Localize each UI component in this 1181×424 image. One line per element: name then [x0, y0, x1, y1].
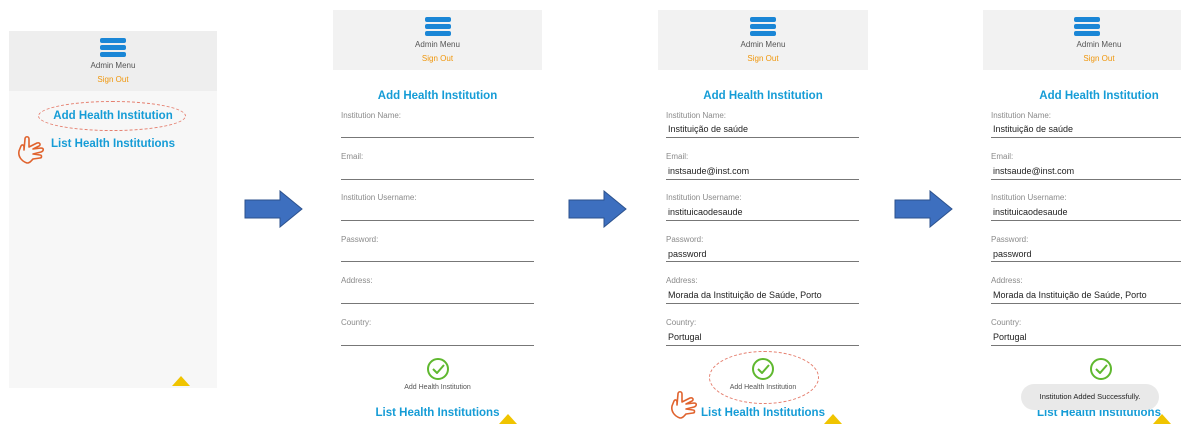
form-title: Add Health Institution	[1039, 90, 1159, 102]
address-input[interactable]: Morada da Instituição de Saúde, Porto	[993, 290, 1147, 300]
institution-username-label: Institution Username:	[341, 193, 417, 202]
email-input[interactable]: instsaude@inst.com	[668, 166, 749, 176]
institution-username-label: Institution Username:	[991, 193, 1067, 202]
submit-check-button[interactable]	[752, 358, 774, 380]
submit-check-button[interactable]	[426, 358, 449, 380]
email-input[interactable]: instsaude@inst.com	[993, 166, 1074, 176]
screen-empty-form: Admin Menu Sign Out Add Health Instituti…	[333, 10, 542, 424]
admin-menu-label: Admin Menu	[415, 40, 460, 49]
address-underline	[666, 303, 859, 304]
institution-username-underline	[666, 220, 859, 221]
password-label: Password:	[991, 235, 1029, 244]
check-circle-icon	[757, 364, 770, 374]
address-label: Address:	[991, 276, 1023, 285]
email-underline	[991, 179, 1181, 180]
institution-username-underline	[991, 220, 1181, 221]
institution-username-input[interactable]: instituicaodesaude	[668, 207, 743, 217]
hamburger-icon[interactable]	[424, 17, 451, 36]
sign-out-link[interactable]: Sign Out	[658, 54, 868, 63]
country-input[interactable]: Portugal	[668, 332, 702, 342]
app-header: Admin Menu Sign Out	[333, 10, 542, 70]
submit-label: Add Health Institution	[404, 384, 471, 391]
app-header: Admin Menu Sign Out	[9, 31, 217, 91]
password-input[interactable]: password	[993, 249, 1032, 259]
hamburger-icon[interactable]	[100, 38, 126, 57]
institution-username-label: Institution Username:	[666, 193, 742, 202]
check-circle-icon	[431, 364, 445, 374]
country-label: Country:	[341, 318, 372, 327]
email-input[interactable]	[341, 179, 534, 180]
form-title: Add Health Institution	[703, 90, 823, 102]
sign-out-link[interactable]: Sign Out	[1000, 54, 1181, 63]
admin-menu-label: Admin Menu	[740, 40, 786, 49]
sign-out-link[interactable]: Sign Out	[333, 54, 542, 63]
email-label: Email:	[666, 152, 689, 161]
scroll-up-triangle-icon[interactable]	[499, 414, 517, 424]
scroll-up-triangle-icon[interactable]	[1153, 414, 1171, 424]
app-header: Admin Menu Sign Out	[983, 10, 1181, 70]
form-title: Add Health Institution	[377, 90, 498, 102]
password-underline	[666, 261, 859, 262]
password-label: Password:	[341, 235, 379, 244]
email-underline	[666, 179, 859, 180]
hamburger-icon[interactable]	[750, 17, 776, 36]
screen-success: Admin Menu Sign Out Add Health Instituti…	[983, 10, 1181, 424]
institution-username-input[interactable]: instituicaodesaude	[993, 207, 1068, 217]
country-input[interactable]	[341, 345, 534, 346]
check-circle-icon	[1095, 364, 1108, 374]
address-label: Address:	[341, 276, 373, 285]
right-arrow-icon	[894, 190, 953, 228]
success-toast: Institution Added Successfully.	[1021, 384, 1159, 410]
submit-check-button[interactable]	[1090, 358, 1112, 380]
institution-name-input[interactable]: Instituição de saúde	[668, 124, 748, 134]
country-label: Country:	[991, 318, 1022, 327]
admin-menu-label: Admin Menu	[90, 61, 136, 70]
right-arrow-icon	[244, 190, 303, 228]
country-input[interactable]: Portugal	[993, 332, 1027, 342]
country-label: Country:	[666, 318, 697, 327]
right-arrow-icon	[568, 190, 627, 228]
screen-admin-menu: Admin Menu Sign Out Add Health Instituti…	[9, 31, 217, 388]
address-underline	[991, 303, 1181, 304]
institution-name-underline	[991, 137, 1181, 138]
email-label: Email:	[341, 152, 364, 161]
institution-name-label: Institution Name:	[991, 111, 1052, 120]
app-header: Admin Menu Sign Out	[658, 10, 868, 70]
country-underline	[991, 345, 1181, 346]
address-input[interactable]	[341, 303, 534, 304]
institution-name-input[interactable]	[341, 137, 534, 138]
institution-username-input[interactable]	[341, 220, 534, 221]
scroll-up-triangle-icon[interactable]	[172, 376, 190, 386]
email-label: Email:	[991, 152, 1014, 161]
password-underline	[991, 261, 1181, 262]
hand-pointer-icon	[671, 390, 698, 419]
add-health-institution-link[interactable]: Add Health Institution	[9, 110, 217, 122]
institution-name-underline	[666, 137, 859, 138]
password-label: Password:	[666, 235, 704, 244]
hand-pointer-icon	[18, 135, 45, 164]
admin-menu-label: Admin Menu	[1076, 40, 1122, 49]
institution-name-label: Institution Name:	[341, 111, 402, 120]
password-input[interactable]	[341, 261, 534, 262]
sign-out-link[interactable]: Sign Out	[9, 75, 217, 84]
institution-name-input[interactable]: Instituição de saúde	[993, 124, 1073, 134]
address-input[interactable]: Morada da Instituição de Saúde, Porto	[668, 290, 822, 300]
hamburger-icon[interactable]	[1074, 17, 1100, 36]
institution-name-label: Institution Name:	[666, 111, 727, 120]
screen-filled-form: Admin Menu Sign Out Add Health Instituti…	[658, 10, 868, 424]
country-underline	[666, 345, 859, 346]
password-input[interactable]: password	[668, 249, 707, 259]
scroll-up-triangle-icon[interactable]	[824, 414, 842, 424]
address-label: Address:	[666, 276, 698, 285]
